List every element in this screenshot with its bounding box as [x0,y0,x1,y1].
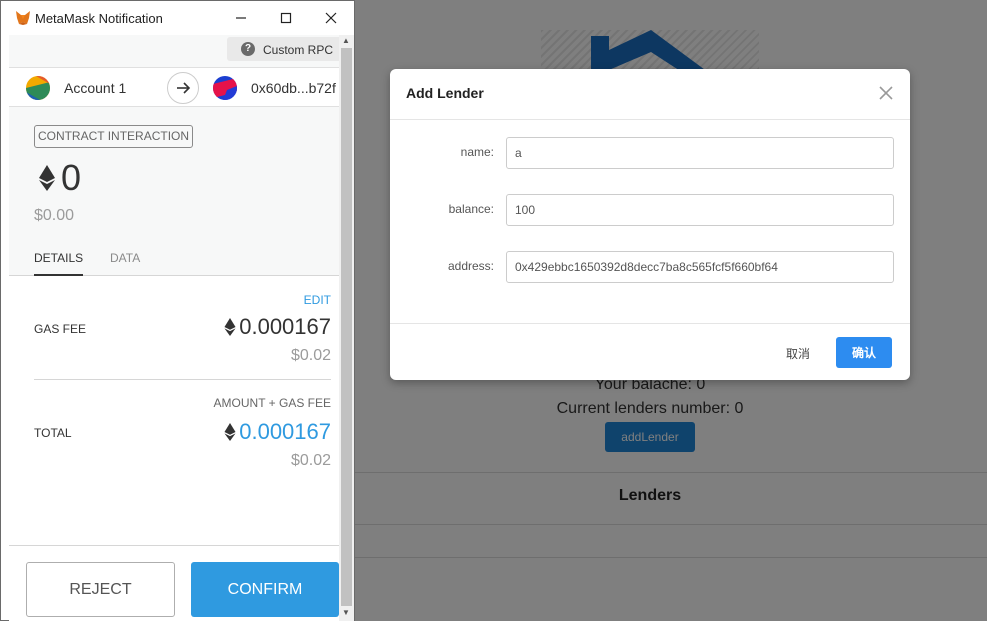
gas-fee-eth-value: 0.000167 [239,314,331,339]
name-label: name: [460,145,494,159]
total-eth: 0.000167 [224,419,331,445]
address-label: address: [447,259,494,273]
scroll-down-icon[interactable]: ▼ [342,608,350,617]
balance-label: balance: [448,202,494,216]
details-divider [34,379,331,380]
ethereum-icon [224,318,236,336]
confirm-button[interactable]: CONFIRM [191,562,339,617]
metamask-fox-icon [16,11,30,25]
cancel-button[interactable]: 取消 [768,338,828,368]
to-address: 0x60db...b72f [251,80,336,96]
total-label: TOTAL [34,426,72,440]
tab-data[interactable]: DATA [110,251,140,265]
contract-interaction-badge: CONTRACT INTERACTION [34,125,193,148]
window-titlebar[interactable]: MetaMask Notification [1,1,354,35]
scrollbar[interactable]: ▲ ▼ [339,35,354,621]
balance-input[interactable] [506,194,894,226]
tab-details[interactable]: DETAILS [34,251,83,265]
to-account-avatar [213,76,237,100]
minimize-icon[interactable] [227,7,255,29]
transaction-tabs: DETAILS DATA [9,241,339,276]
add-lender-dialog: Add Lender name: balance: address: 取消 确认 [390,69,910,380]
action-footer: REJECT CONFIRM [9,545,339,621]
form-row-name: name: [390,137,910,169]
gas-fee-eth: 0.000167 [224,314,331,340]
amount-gas-fee-label: AMOUNT + GAS FEE [213,396,331,410]
dialog-header: Add Lender [390,69,910,120]
network-indicator[interactable]: ? Custom RPC [227,37,339,61]
window-title: MetaMask Notification [35,11,163,26]
name-input[interactable] [506,137,894,169]
maximize-icon[interactable] [272,7,300,29]
dialog-title: Add Lender [406,85,484,101]
edit-gas-link[interactable]: EDIT [304,293,331,307]
scroll-up-icon[interactable]: ▲ [342,36,350,45]
scrollbar-thumb[interactable] [341,48,352,606]
ethereum-icon [39,165,55,191]
close-icon[interactable] [876,83,896,103]
sender-recipient: Account 1 0x60db...b72f [9,67,339,107]
address-input[interactable] [506,251,894,283]
confirm-add-button[interactable]: 确认 [836,337,892,368]
arrow-right-icon [167,72,199,104]
from-account-avatar [26,76,50,100]
total-usd: $0.02 [290,452,331,469]
transaction-usd-amount: $0.00 [34,207,75,224]
metamask-window: MetaMask Notification ? Custom RPC Accou… [0,0,355,621]
question-icon: ? [241,42,255,56]
form-row-balance: balance: [390,194,910,226]
confirm-transaction-page: ? Custom RPC Account 1 0x60db...b72f CON… [9,35,339,621]
transaction-eth-amount: 0 [61,157,82,198]
gas-fee-usd: $0.02 [290,347,331,364]
dialog-footer: 取消 确认 [390,323,910,380]
network-name: Custom RPC [263,43,334,57]
details-panel: EDIT GAS FEE 0.000167 $0.02 AMOUNT + GAS… [9,276,339,545]
gas-fee-label: GAS FEE [34,322,87,336]
from-account-name: Account 1 [64,80,127,96]
window-close-icon[interactable] [317,7,345,29]
form-row-address: address: [390,251,910,283]
reject-button[interactable]: REJECT [26,562,175,617]
ethereum-icon [224,423,236,441]
total-eth-value: 0.000167 [239,419,331,444]
